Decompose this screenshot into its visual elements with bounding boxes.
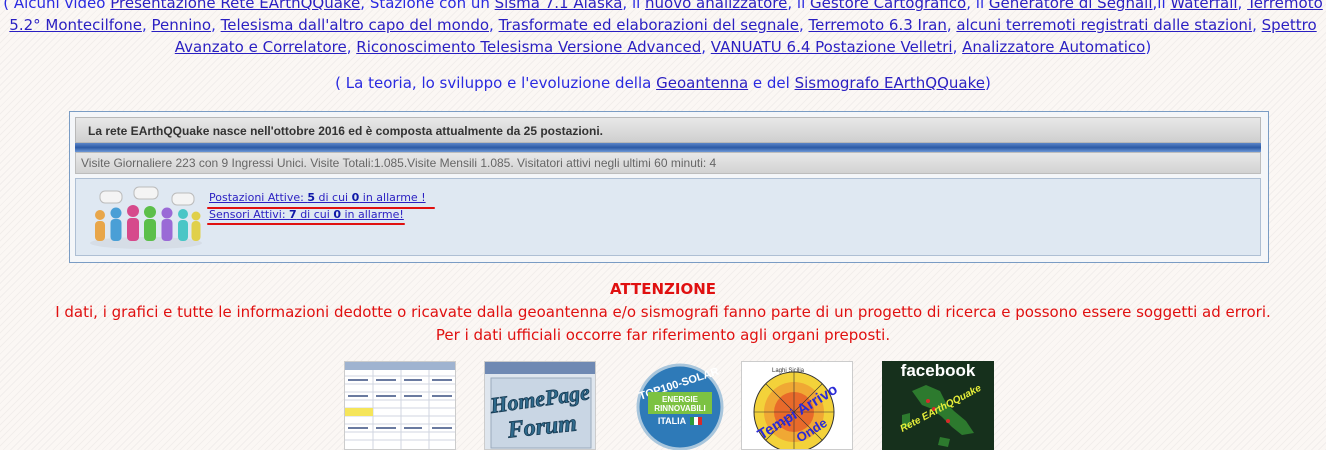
table-thumbnail-link[interactable] <box>344 361 456 450</box>
blue-divider <box>75 143 1261 152</box>
link-pennino[interactable]: Pennino <box>151 16 211 34</box>
notice-line-2: Per i dati ufficiali occorre far riferim… <box>435 326 891 344</box>
theory-line: ( La teoria, lo sviluppo e l'evoluzione … <box>335 74 991 92</box>
top100-solar-image: TOP100-SOLAR ENERGIE RINNOVABILI ITALIA <box>636 363 724 450</box>
top100-solar-banner[interactable]: TOP100-SOLAR ENERGIE RINNOVABILI ITALIA <box>624 361 736 450</box>
link-geoantenna[interactable]: Geoantenna <box>656 74 748 92</box>
link-montecilfone[interactable]: 5.2° Montecilfone <box>9 16 142 34</box>
video-links-line-2: 5.2° Montecilfone, Pennino, Telesisma da… <box>9 16 1317 34</box>
link-analizzatore-automatico[interactable]: Analizzatore Automatico <box>962 38 1145 56</box>
link-spettro[interactable]: Spettro <box>1262 16 1317 34</box>
svg-text:RINNOVABILI: RINNOVABILI <box>654 404 705 413</box>
link-terremoto-iran[interactable]: Terremoto 6.3 Iran <box>808 16 946 34</box>
table-thumbnail-image <box>345 362 455 449</box>
link-terremoti-registrati[interactable]: alcuni terremoti registrati dalle stazio… <box>956 16 1252 34</box>
network-info-box: La rete EArthQQuake nasce nell'ottobre 2… <box>69 111 1269 263</box>
homepage-forum-banner[interactable]: HomePage Forum <box>484 361 596 450</box>
link-gestore-cartografico[interactable]: Gestore Cartografico <box>810 0 966 12</box>
link-presentazione[interactable]: Presentazione Rete EArthQQuake <box>110 0 360 12</box>
link-terremoto[interactable]: Terremoto <box>1247 0 1323 12</box>
video-links-line-1: ( Alcuni video Presentazione Rete EArthQ… <box>0 0 1326 14</box>
notice-line-1: I dati, i grafici e tutte le informazion… <box>55 303 1271 321</box>
link-nuovo-analizzatore[interactable]: nuovo analizzatore <box>645 0 787 12</box>
attention-title: ATTENZIONE <box>609 280 717 298</box>
visit-counter: Visite Giornaliere 223 con 9 Ingressi Un… <box>75 152 1261 174</box>
facebook-logo-text: facebook <box>900 361 976 380</box>
svg-text:ITALIA: ITALIA <box>658 416 687 426</box>
link-waterfall[interactable]: Waterfall <box>1170 0 1237 12</box>
homepage-forum-image: HomePage Forum <box>485 362 595 449</box>
active-sensors-link[interactable]: Sensori Attivi: 7 di cui 0 in allarme! <box>209 208 404 221</box>
facebook-banner[interactable]: Rete EArthQQuake facebook <box>882 361 994 450</box>
video-links: ( Alcuni video Presentazione Rete EArthQ… <box>0 0 1326 58</box>
link-vanuatu[interactable]: VANUATU 6.4 Postazione Velletri <box>711 38 953 56</box>
stations-panel: Postazioni Attive: 5 di cui 0 in allarme… <box>75 178 1261 256</box>
link-trasformate[interactable]: Trasformate ed elaborazioni del segnale <box>499 16 799 34</box>
svg-text:Laghi Sicilia: Laghi Sicilia <box>772 368 805 374</box>
video-links-line-3: Avanzato e Correlatore, Riconoscimento T… <box>174 38 1152 56</box>
link-riconoscimento-telesisma[interactable]: Riconoscimento Telesisma Versione Advanc… <box>356 38 701 56</box>
people-network-icon <box>90 186 202 249</box>
svg-text:ENERGIE: ENERGIE <box>662 395 699 404</box>
network-header: La rete EArthQQuake nasce nell'ottobre 2… <box>75 117 1261 143</box>
link-telesisma[interactable]: Telesisma dall'altro capo del mondo <box>221 16 489 34</box>
link-generatore-segnali[interactable]: Generatore di Segnali <box>989 0 1153 12</box>
active-stations-link[interactable]: Postazioni Attive: 5 di cui 0 in allarme… <box>209 191 426 204</box>
link-sismografo[interactable]: Sismografo EArthQQuake <box>795 74 985 92</box>
link-avanzato-correlatore[interactable]: Avanzato e Correlatore <box>175 38 347 56</box>
sensors-underline-highlight <box>207 223 405 225</box>
link-sisma-alaska[interactable]: Sisma 7.1 Alaska <box>495 0 623 12</box>
tempi-arrivo-onde-banner[interactable]: Laghi Sicilia Tempi Arrivo Onde <box>741 361 853 450</box>
tempi-arrivo-onde-image: Laghi Sicilia Tempi Arrivo Onde <box>753 368 841 449</box>
